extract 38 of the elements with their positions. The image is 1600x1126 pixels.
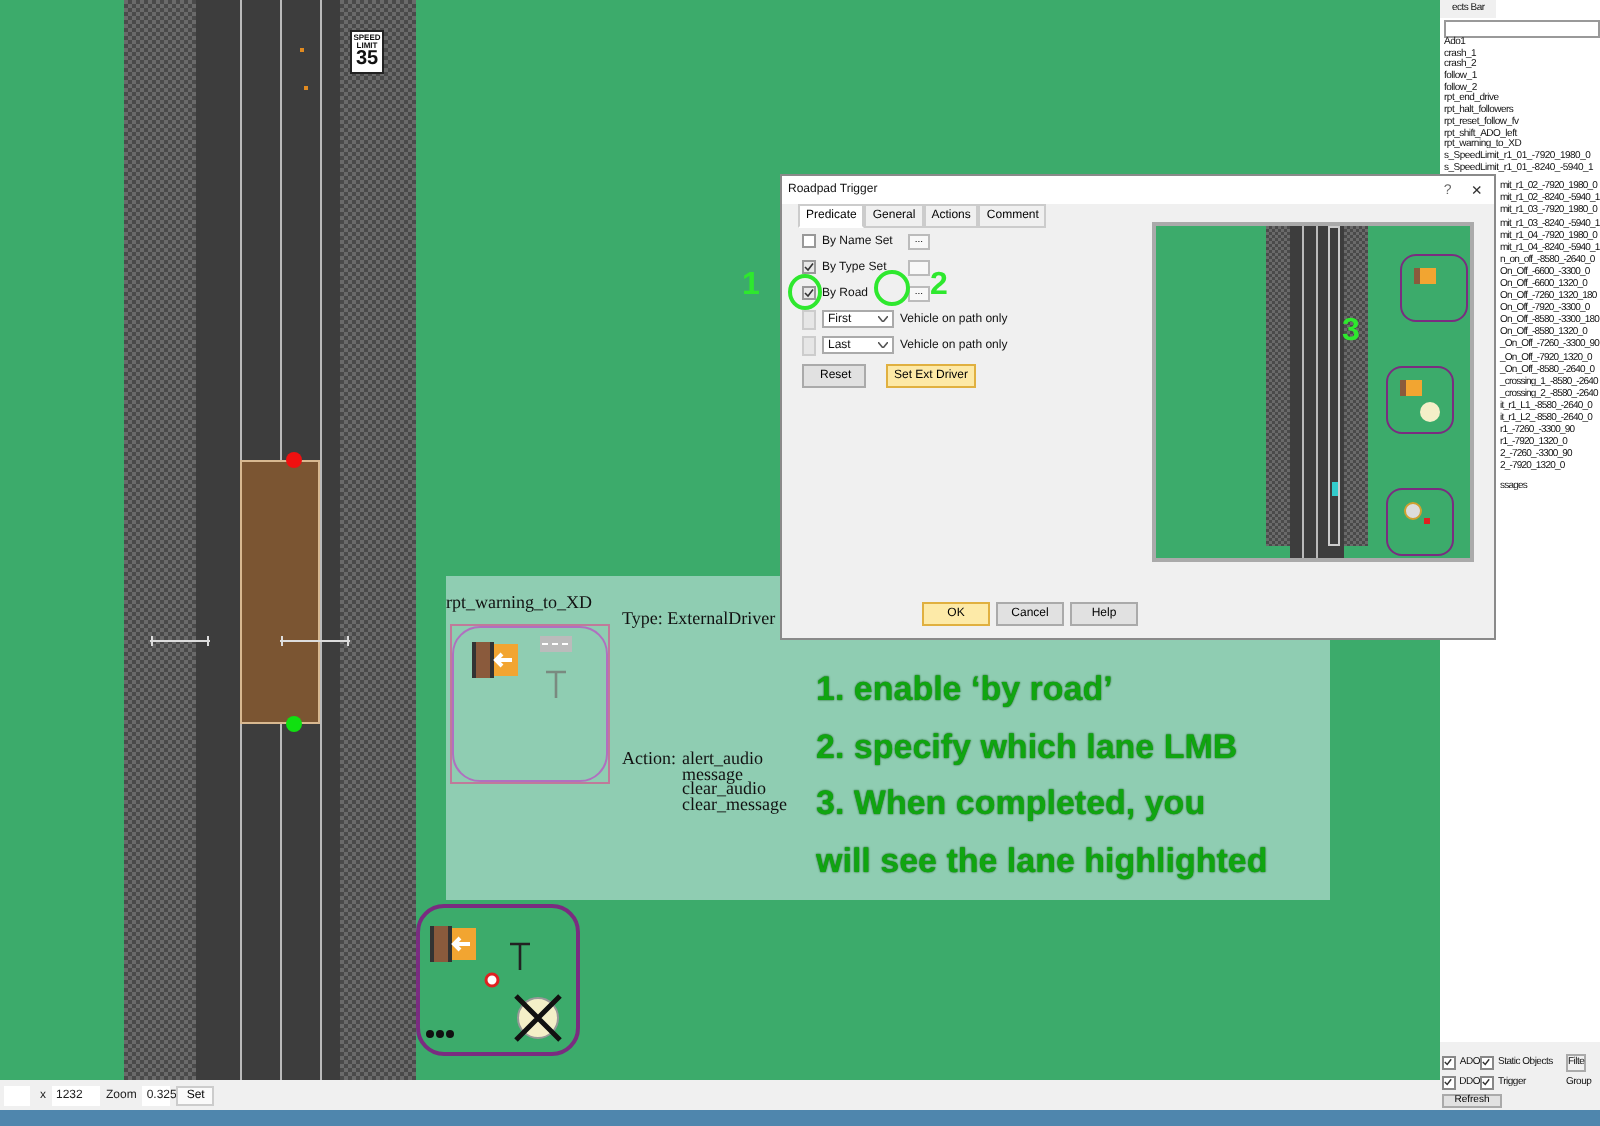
checkbox[interactable] (802, 286, 816, 300)
callout-number: 3 (1342, 316, 1360, 348)
signpost-icon (544, 670, 568, 698)
road-icon (540, 636, 572, 652)
vehicle-icon (472, 642, 520, 678)
caret-icon (878, 316, 888, 322)
lane-marker-line (280, 636, 350, 646)
sign-value: 35 (355, 50, 379, 70)
instruction-text: 3. When completed, you (816, 784, 1208, 824)
vehicle-icon (430, 926, 478, 962)
search-field[interactable] (1444, 20, 1600, 38)
checkbox[interactable] (1442, 1055, 1456, 1070)
instruction-text: 2. specify which lane LMB (816, 727, 1240, 767)
callout-number: 1 (742, 270, 760, 302)
action-label: Action: (622, 752, 676, 772)
checkbox[interactable] (1480, 1075, 1494, 1090)
action-item: alert_audio (682, 752, 765, 767)
dots-icon (426, 1030, 454, 1038)
trigger-type: Type: ExternalDriver (622, 608, 776, 628)
close-button[interactable]: × (1471, 180, 1482, 200)
checkbox[interactable] (802, 260, 816, 274)
road-marker (300, 48, 304, 52)
action-item: clear_audio (682, 782, 766, 797)
action-item: clear_message (682, 797, 787, 812)
signpost-icon (508, 942, 532, 970)
instruction-text: 1. enable ‘by road’ (816, 670, 1115, 710)
lane-marker-line (150, 636, 210, 646)
trigger-name: rpt_warning_to_XD (446, 592, 592, 612)
instruction-text: will see the lane highlighted (816, 841, 1268, 881)
callout-number: 2 (930, 270, 948, 302)
action-item: message (682, 767, 743, 782)
crossed-circle-icon (512, 992, 564, 1044)
checkbox[interactable] (1480, 1055, 1494, 1070)
checkbox[interactable] (802, 234, 816, 248)
checkbox[interactable] (1442, 1075, 1456, 1090)
road-marker (304, 86, 308, 90)
caret-icon (878, 342, 888, 348)
marker-icon (484, 972, 500, 988)
